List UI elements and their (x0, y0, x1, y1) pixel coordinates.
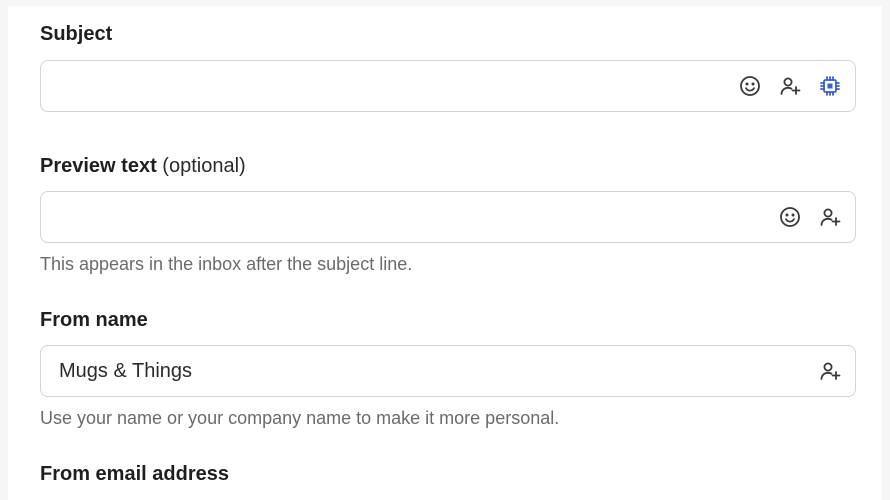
preview-text-label-main: Preview text (40, 155, 157, 177)
preview-input-actions (777, 192, 843, 242)
subject-field: Subject (40, 22, 856, 112)
from-email-label: From email address (40, 463, 229, 485)
preview-text-field: Preview text (optional) This appears in … (40, 154, 856, 274)
personalize-icon[interactable] (817, 358, 843, 384)
from-name-field: From name Mugs & Things Use your name or… (40, 308, 856, 428)
subject-input-actions (737, 61, 843, 111)
preview-text-input[interactable] (40, 191, 856, 243)
personalize-icon[interactable] (817, 204, 843, 230)
from-email-field: From email address (40, 462, 856, 486)
from-name-input-actions (817, 346, 843, 396)
from-name-value[interactable]: Mugs & Things (59, 346, 192, 396)
ai-chip-icon[interactable] (817, 73, 843, 99)
personalize-icon[interactable] (777, 73, 803, 99)
from-name-label: From name (40, 309, 148, 331)
subject-input[interactable] (40, 60, 856, 112)
campaign-settings-panel: Subject Preview text (optional) This app… (8, 6, 882, 500)
subject-label: Subject (40, 23, 113, 45)
from-name-help: Use your name or your company name to ma… (40, 408, 560, 428)
preview-text-label: Preview text (optional) (40, 154, 856, 178)
from-name-input[interactable]: Mugs & Things (40, 345, 856, 397)
emoji-icon[interactable] (777, 204, 803, 230)
optional-tag: (optional) (162, 155, 246, 177)
preview-text-help: This appears in the inbox after the subj… (40, 254, 413, 274)
emoji-icon[interactable] (737, 73, 763, 99)
